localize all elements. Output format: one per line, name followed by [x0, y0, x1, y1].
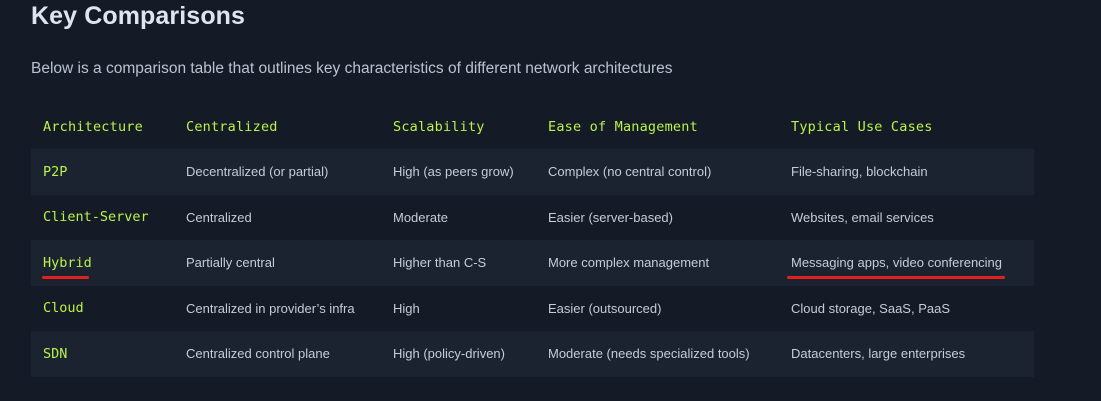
- architecture-cell: SDN: [43, 345, 68, 362]
- scalability-cell: High (as peers grow): [393, 164, 514, 180]
- page-heading: Key Comparisons: [31, 2, 246, 30]
- use-cases-cell: Websites, email services: [791, 209, 934, 225]
- management-cell: More complex management: [548, 255, 710, 271]
- header-scalability: Scalability: [393, 118, 485, 135]
- table-row: Cloud Centralized in provider’s infra Hi…: [31, 286, 1034, 332]
- management-cell: Complex (no central control): [548, 164, 712, 180]
- centralized-cell: Centralized in provider’s infra: [186, 300, 355, 316]
- architecture-cell: Cloud: [43, 300, 84, 317]
- use-cases-cell: Datacenters, large enterprises: [791, 346, 966, 362]
- table-row: Hybrid Partially central Higher than C-S…: [31, 240, 1034, 286]
- table-row: SDN Centralized control plane High (poli…: [31, 331, 1034, 377]
- architecture-cell: Client-Server: [43, 209, 149, 226]
- red-underline-annotation: [787, 276, 1005, 279]
- table-row: P2P Decentralized (or partial) High (as …: [31, 149, 1034, 195]
- scalability-cell: High (policy-driven): [393, 346, 505, 362]
- management-cell: Easier (server-based): [548, 209, 673, 225]
- scalability-cell: Higher than C-S: [393, 255, 487, 271]
- centralized-cell: Decentralized (or partial): [186, 164, 329, 180]
- architecture-cell: P2P: [43, 163, 68, 180]
- scalability-cell: High: [393, 300, 420, 316]
- use-cases-cell: File-sharing, blockchain: [791, 164, 928, 180]
- comparison-table: Architecture Centralized Scalability Eas…: [31, 104, 1034, 377]
- red-underline-annotation: [42, 276, 89, 279]
- table-header-row: Architecture Centralized Scalability Eas…: [31, 104, 1034, 149]
- table-row: Client-Server Centralized Moderate Easie…: [31, 195, 1034, 241]
- header-typical-use-cases: Typical Use Cases: [791, 118, 933, 135]
- centralized-cell: Partially central: [186, 255, 275, 271]
- centralized-cell: Centralized: [186, 209, 252, 225]
- intro-text: Below is a comparison table that outline…: [31, 60, 673, 77]
- header-ease-of-management: Ease of Management: [548, 118, 698, 135]
- centralized-cell: Centralized control plane: [186, 346, 330, 362]
- management-cell: Easier (outsourced): [548, 300, 662, 316]
- management-cell: Moderate (needs specialized tools): [548, 346, 750, 362]
- header-architecture: Architecture: [43, 118, 143, 135]
- use-cases-cell: Cloud storage, SaaS, PaaS: [791, 300, 950, 316]
- scalability-cell: Moderate: [393, 209, 448, 225]
- header-centralized: Centralized: [186, 118, 278, 135]
